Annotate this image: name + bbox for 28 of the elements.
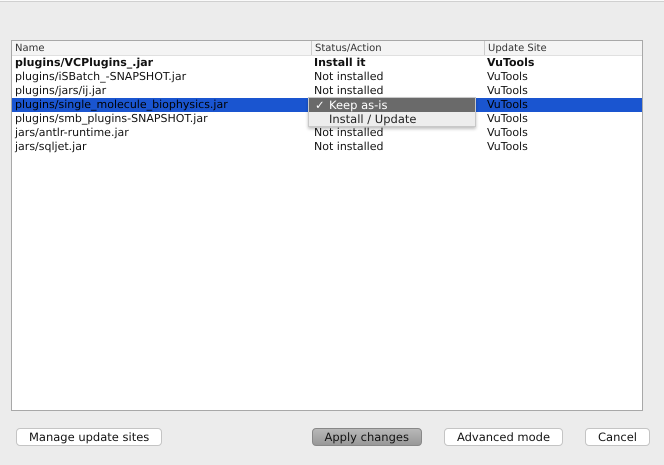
table-cell: plugins/jars/ij.jar bbox=[15, 84, 106, 97]
table-cell: Not installed bbox=[314, 84, 384, 97]
dialog-button[interactable]: Apply changes bbox=[312, 428, 422, 446]
dialog-button[interactable]: Cancel bbox=[585, 428, 650, 446]
table-cell: VuTools bbox=[487, 98, 528, 111]
table-cell: VuTools bbox=[487, 70, 528, 83]
column-header[interactable]: Name bbox=[12, 41, 311, 55]
table-cell: plugins/smb_plugins-SNAPSHOT.jar bbox=[15, 112, 208, 125]
dialog-button[interactable]: Advanced mode bbox=[444, 428, 564, 446]
table-cell: jars/sqljet.jar bbox=[15, 140, 86, 153]
table-cell: VuTools bbox=[487, 112, 528, 125]
table-cell: Install it bbox=[314, 56, 366, 69]
menu-item[interactable]: ✓ Keep as-is bbox=[309, 98, 475, 112]
table-cell: VuTools bbox=[487, 140, 528, 153]
table-cell: VuTools bbox=[487, 56, 534, 69]
table-cell: Not installed bbox=[314, 70, 384, 83]
table-cell: Not installed bbox=[314, 126, 384, 139]
menu-item[interactable]: Install / Update bbox=[309, 112, 475, 126]
table-cell: plugins/VCPlugins_.jar bbox=[15, 56, 154, 69]
table-cell: jars/antlr-runtime.jar bbox=[15, 126, 129, 139]
column-header[interactable]: Update Site bbox=[484, 41, 642, 55]
table-cell: plugins/iSBatch_-SNAPSHOT.jar bbox=[15, 70, 186, 83]
table-cell: Not installed bbox=[314, 140, 384, 153]
table-cell: plugins/single_molecule_biophysics.jar bbox=[15, 98, 228, 111]
dialog-button[interactable]: Manage update sites bbox=[16, 428, 162, 446]
table-cell: VuTools bbox=[487, 126, 528, 139]
table-cell: VuTools bbox=[487, 84, 528, 97]
column-header[interactable]: Status/Action bbox=[311, 41, 484, 55]
